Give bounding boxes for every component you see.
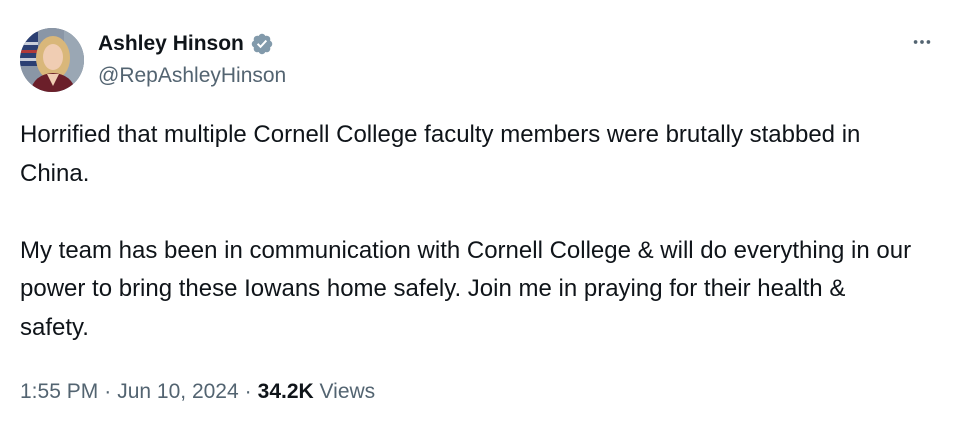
- author-name-row: Ashley Hinson: [98, 30, 274, 58]
- more-horizontal-icon: [911, 31, 933, 58]
- author-display-name[interactable]: Ashley Hinson: [98, 30, 244, 58]
- meta-separator: ·: [104, 380, 112, 403]
- more-options-button[interactable]: [908, 30, 936, 58]
- tweet-paragraph: My team has been in communication with C…: [20, 236, 912, 341]
- verified-badge-icon[interactable]: [250, 32, 274, 56]
- tweet-date[interactable]: Jun 10, 2024: [117, 380, 238, 403]
- views-count: 34.2K: [257, 380, 314, 403]
- tweet-meta: 1:55 PM · Jun 10, 2024 · 34.2K Views: [20, 378, 375, 406]
- views-label: Views: [319, 380, 376, 403]
- tweet-card: Ashley Hinson @RepAshleyHinson Horrified…: [0, 0, 956, 428]
- meta-separator: ·: [244, 380, 252, 403]
- tweet-text: Horrified that multiple Cornell College …: [20, 116, 920, 347]
- author-handle[interactable]: @RepAshleyHinson: [98, 62, 286, 90]
- tweet-time[interactable]: 1:55 PM: [20, 380, 98, 403]
- tweet-paragraph: Horrified that multiple Cornell College …: [20, 121, 861, 187]
- avatar[interactable]: [20, 28, 84, 92]
